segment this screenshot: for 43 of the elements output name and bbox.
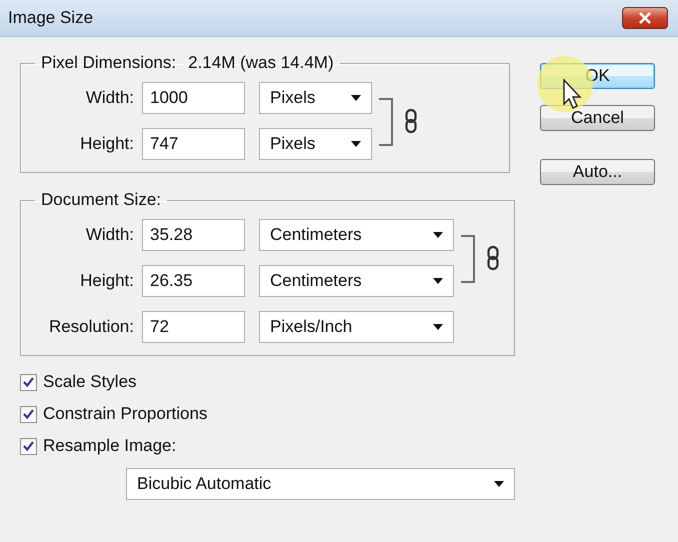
group-value: 2.14M (was 14.4M) [188,53,334,73]
value-field[interactable]: 1000 [142,82,245,114]
checkbox-label: Scale Styles [43,372,137,392]
checkbox-label: Resample Image: [43,436,176,456]
unit-dropdown[interactable]: Pixels/Inch [259,311,454,343]
field-label: Resolution: [48,317,135,337]
unit-dropdown[interactable]: Pixels [259,82,372,114]
check-icon [23,441,34,451]
check-icon [23,377,34,387]
checkbox[interactable] [20,406,37,422]
checkbox[interactable] [20,438,37,454]
caret-icon [433,232,443,238]
close-icon [638,12,652,24]
field-label: Height: [79,271,135,291]
value-field[interactable]: 26.35 [142,265,245,297]
caret-icon [494,481,504,487]
group-title: Document Size: [41,190,161,210]
value-field[interactable]: 72 [142,311,245,343]
dialog-button[interactable]: Auto... [540,159,655,185]
resample-dropdown[interactable]: Bicubic Automatic [126,468,515,500]
close-button[interactable] [622,7,668,29]
caret-icon [433,324,443,330]
chain-link-icon [405,108,417,134]
field-label: Height: [79,134,135,154]
caret-icon [351,141,361,147]
value-field[interactable]: 747 [142,128,245,160]
dialog-button[interactable]: Cancel [540,105,655,131]
check-icon [23,409,34,419]
window-title: Image Size [8,8,94,28]
unit-dropdown[interactable]: Centimeters [259,219,454,251]
value-field[interactable]: 35.28 [142,219,245,251]
checkbox[interactable] [20,374,37,390]
chain-link-icon [487,245,499,271]
unit-dropdown[interactable]: Pixels [259,128,372,160]
field-label: Width: [84,225,135,245]
link-bracket [379,98,393,146]
link-bracket [461,235,475,283]
field-label: Width: [84,88,135,108]
caret-icon [433,278,443,284]
group-title: Pixel Dimensions: [41,53,176,73]
checkbox-label: Constrain Proportions [43,404,208,424]
unit-dropdown[interactable]: Centimeters [259,265,454,297]
caret-icon [351,95,361,101]
